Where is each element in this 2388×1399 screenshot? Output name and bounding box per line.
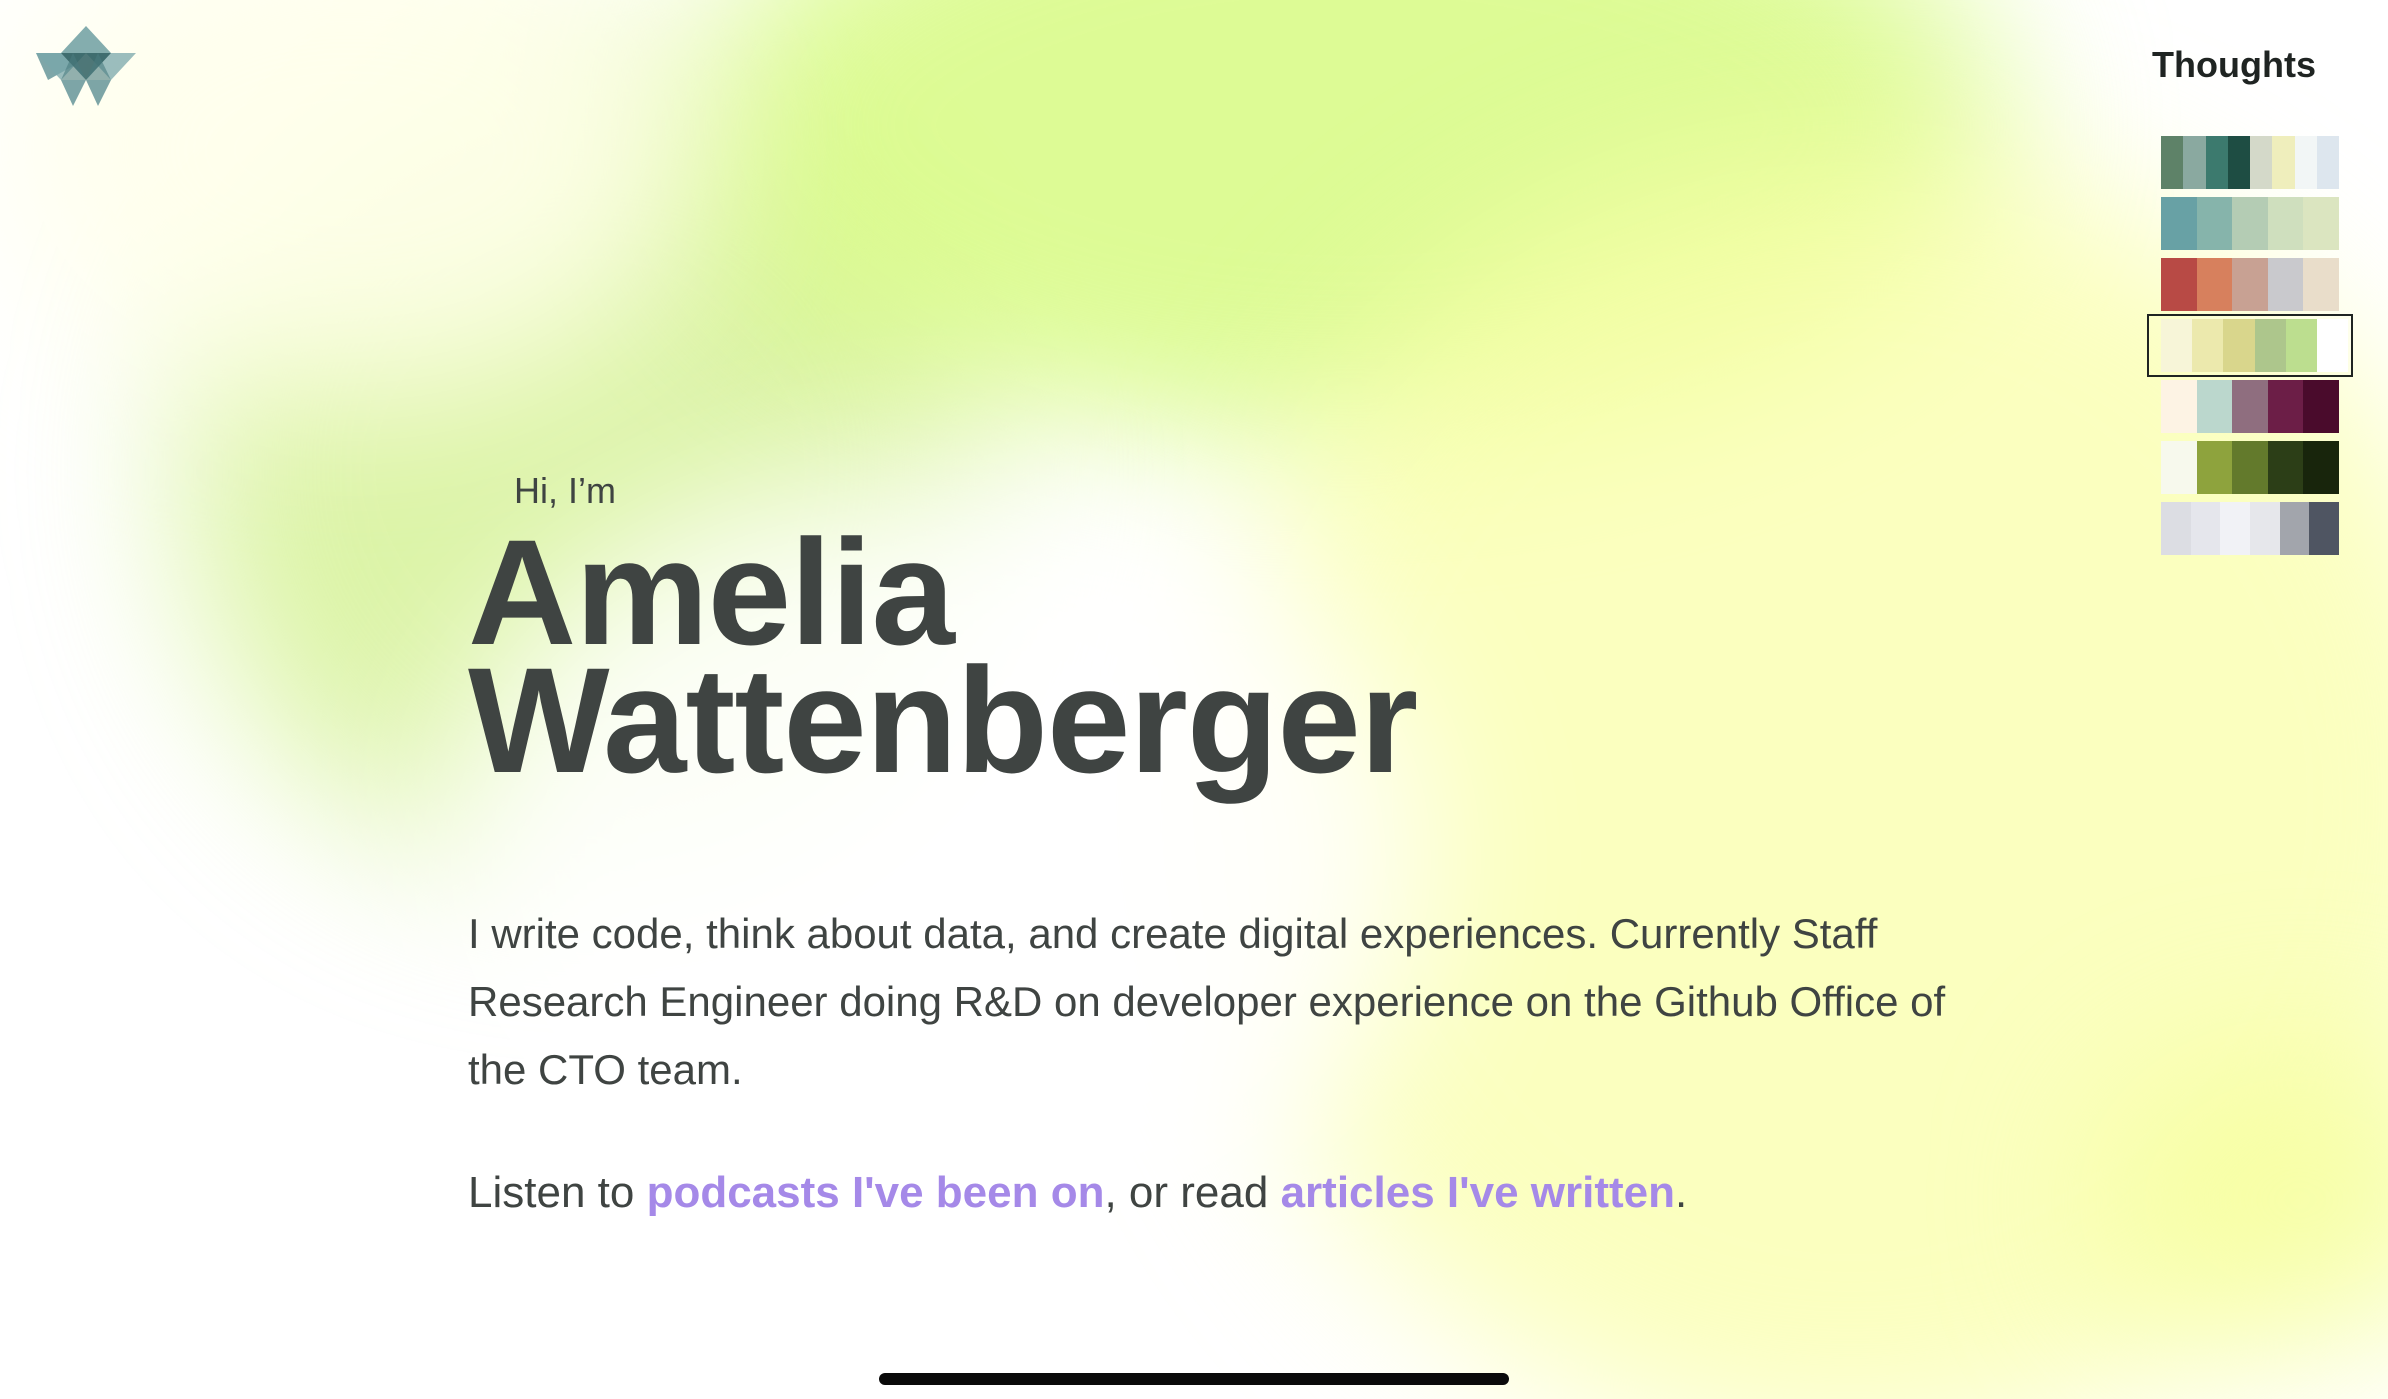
palette-swatch bbox=[2267, 197, 2304, 250]
home-indicator[interactable] bbox=[879, 1373, 1509, 1385]
palette-option[interactable] bbox=[2147, 314, 2353, 377]
palette-swatch bbox=[2205, 136, 2228, 189]
palette-swatch bbox=[2220, 502, 2251, 555]
palette-swatch bbox=[2190, 502, 2221, 555]
palette-swatch bbox=[2161, 136, 2184, 189]
bio-text: I write code, think about data, and crea… bbox=[468, 910, 1946, 1093]
palette-swatch bbox=[2161, 258, 2197, 311]
palette-swatch bbox=[2232, 380, 2268, 433]
palette-swatch bbox=[2316, 319, 2349, 372]
palette-swatch bbox=[2267, 258, 2304, 311]
palette-swatch bbox=[2303, 380, 2339, 433]
palette-option[interactable] bbox=[2161, 441, 2339, 494]
palette-swatch bbox=[2232, 441, 2268, 494]
palette-swatch bbox=[2196, 258, 2233, 311]
palette-swatch bbox=[2161, 502, 2191, 555]
triangle-logo-icon[interactable] bbox=[36, 26, 136, 108]
palette-option[interactable] bbox=[2161, 136, 2339, 189]
palette-swatch bbox=[2161, 319, 2193, 372]
palette-swatch bbox=[2196, 380, 2233, 433]
links-middle: , or read bbox=[1104, 1168, 1281, 1217]
palette-swatch bbox=[2161, 380, 2197, 433]
palette-swatch bbox=[2250, 502, 2280, 555]
palette-swatch bbox=[2232, 197, 2268, 250]
podcasts-link[interactable]: podcasts I've been on bbox=[647, 1168, 1105, 1217]
palette-option[interactable] bbox=[2161, 258, 2339, 311]
links-suffix: . bbox=[1675, 1168, 1688, 1217]
palette-swatch bbox=[2196, 197, 2233, 250]
palette-swatch bbox=[2316, 136, 2339, 189]
palette-swatch bbox=[2183, 136, 2206, 189]
palette-option[interactable] bbox=[2161, 502, 2340, 555]
palette-swatch bbox=[2223, 319, 2255, 372]
links-line: Listen to podcasts I've been on, or read… bbox=[468, 1168, 1687, 1218]
page-title: Amelia Wattenberger bbox=[468, 517, 1418, 804]
links-prefix: Listen to bbox=[468, 1168, 647, 1217]
palette-swatch bbox=[2227, 136, 2250, 189]
palette-swatch bbox=[2303, 441, 2339, 494]
palette-swatch bbox=[2267, 380, 2304, 433]
palette-swatch bbox=[2272, 136, 2295, 189]
palette-swatch bbox=[2303, 258, 2339, 311]
palette-swatch bbox=[2250, 136, 2273, 189]
palette-swatch bbox=[2294, 136, 2317, 189]
color-palette-picker bbox=[2147, 136, 2353, 563]
palette-swatch bbox=[2267, 441, 2304, 494]
palette-swatch bbox=[2279, 502, 2310, 555]
palette-swatch bbox=[2161, 197, 2197, 250]
greeting-text: Hi, I’m bbox=[514, 470, 616, 511]
last-name: Wattenberger bbox=[468, 636, 1418, 804]
palette-swatch bbox=[2161, 441, 2197, 494]
articles-link[interactable]: articles I've written bbox=[1281, 1168, 1675, 1217]
palette-swatch bbox=[2303, 197, 2339, 250]
palette-swatch bbox=[2309, 502, 2340, 555]
palette-swatch bbox=[2196, 441, 2233, 494]
palette-swatch bbox=[2254, 319, 2286, 372]
palette-swatch bbox=[2192, 319, 2224, 372]
palette-swatch bbox=[2285, 319, 2317, 372]
palette-option[interactable] bbox=[2161, 197, 2339, 250]
palette-option[interactable] bbox=[2161, 380, 2339, 433]
palette-swatch bbox=[2232, 258, 2268, 311]
nav-link-thoughts[interactable]: Thoughts bbox=[2152, 44, 2316, 86]
